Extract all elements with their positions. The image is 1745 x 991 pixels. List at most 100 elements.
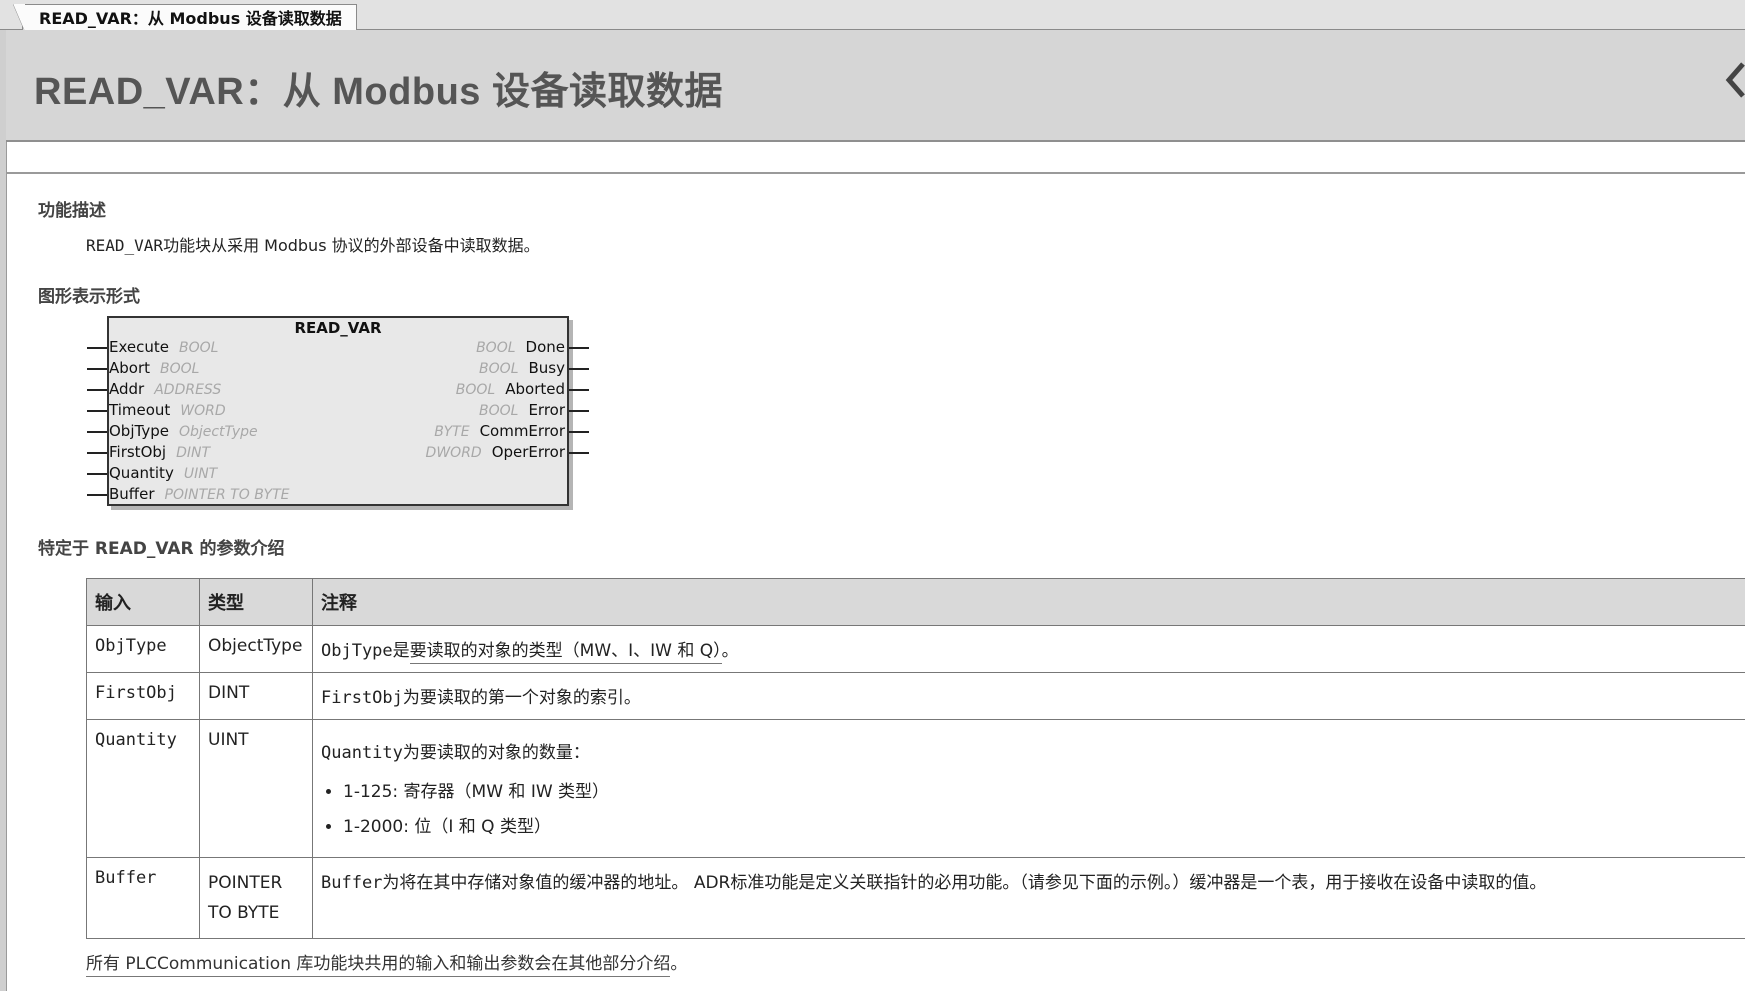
quantity-bullet-list: 1-125: 寄存器（MW 和 IW 类型） 1-2000: 位（I 和 Q 类… <box>321 777 1745 837</box>
pin-name: Abort <box>109 359 151 377</box>
pin-name: Quantity <box>109 464 174 482</box>
param-note: Quantity为要读取的对象的数量： 1-125: 寄存器（MW 和 IW 类… <box>312 719 1745 858</box>
note-code: Buffer <box>321 873 383 893</box>
param-name: Buffer <box>86 857 200 939</box>
output-pin-line <box>569 347 589 349</box>
tab-read-var[interactable]: READ_VAR：从 Modbus 设备读取数据 <box>13 4 357 32</box>
input-pin-quantity: Quantity UINT <box>109 463 217 484</box>
input-pin-line <box>87 494 107 496</box>
function-block-name: READ_VAR <box>294 319 382 337</box>
pin-type: BOOL <box>455 382 496 398</box>
param-type: ObjectType <box>199 625 313 673</box>
note-text: 为要读取的第一个对象的索引。 <box>402 688 641 708</box>
section-heading-graphic: 图形表示形式 <box>38 287 140 307</box>
input-pin-line <box>87 473 107 475</box>
input-pin-firstobj: FirstObj DINT <box>109 442 210 463</box>
list-item: 1-125: 寄存器（MW 和 IW 类型） <box>343 777 1745 802</box>
note-suffix: 。 <box>721 641 739 661</box>
list-item: 1-2000: 位（I 和 Q 类型） <box>343 812 1745 837</box>
pin-name: Addr <box>109 380 145 398</box>
param-name: Quantity <box>86 719 200 858</box>
note-code: FirstObj <box>321 688 403 708</box>
pin-type: BOOL <box>479 361 519 377</box>
param-name: ObjType <box>86 625 200 673</box>
pin-type: BYTE <box>434 424 470 440</box>
input-pin-line <box>87 368 107 370</box>
pin-name: Aborted <box>505 380 565 398</box>
params-table: 输入 类型 注释 ObjType ObjectType ObjType是要读取的… <box>86 578 1745 939</box>
header-input: 输入 <box>86 578 200 626</box>
header-note: 注释 <box>312 578 1745 626</box>
section-heading-description: 功能描述 <box>38 201 106 221</box>
input-pin-objtype: ObjType ObjectType <box>109 421 258 442</box>
table-row: Quantity UINT Quantity为要读取的对象的数量： 1-125:… <box>86 719 1745 858</box>
page-header: READ_VAR：从 Modbus 设备读取数据 <box>6 30 1745 142</box>
output-pin-line <box>569 410 589 412</box>
output-pin-aborted: BOOL Aborted <box>456 379 565 400</box>
pin-type: UINT <box>183 466 218 482</box>
pin-name: OperError <box>491 443 565 461</box>
input-pin-line <box>87 389 107 391</box>
pin-name: Timeout <box>109 401 171 419</box>
header-type: 类型 <box>199 578 313 626</box>
input-pin-abort: Abort BOOL <box>109 358 199 379</box>
pin-name: Buffer <box>109 485 155 503</box>
param-note: Buffer为将在其中存储对象值的缓冲器的地址。 ADR标准功能是定义关联指针的… <box>312 857 1745 939</box>
pin-type: DINT <box>176 445 211 461</box>
input-pin-line <box>87 347 107 349</box>
table-row: FirstObj DINT FirstObj为要读取的第一个对象的索引。 <box>86 672 1745 720</box>
pin-type: ADDRESS <box>154 382 222 398</box>
pin-name: Error <box>528 401 565 419</box>
output-pin-line <box>569 389 589 391</box>
pin-type: BOOL <box>160 361 200 377</box>
input-pin-line <box>87 410 107 412</box>
pin-name: Busy <box>528 359 566 377</box>
footer-note: 所有 PLCCommunication 库功能块共用的输入和输出参数会在其他部分… <box>86 949 688 977</box>
output-pin-busy: BOOL Busy <box>479 358 565 379</box>
param-note: FirstObj为要读取的第一个对象的索引。 <box>312 672 1745 720</box>
pin-type: DWORD <box>425 445 482 461</box>
param-type: UINT <box>199 719 313 858</box>
tab-strip: READ_VAR：从 Modbus 设备读取数据 <box>0 0 1745 32</box>
pin-name: FirstObj <box>109 443 167 461</box>
section-heading-params: 特定于 READ_VAR 的参数介绍 <box>38 539 285 559</box>
pin-type: BOOL <box>476 340 516 356</box>
output-pin-line <box>569 431 589 433</box>
pin-name: CommError <box>479 422 565 440</box>
pin-type: WORD <box>180 403 226 419</box>
left-edge <box>0 30 7 991</box>
objtype-link[interactable]: 要读取的对象的类型（MW、I、IW 和 Q） <box>409 641 722 664</box>
pin-type: ObjectType <box>178 424 258 440</box>
input-pin-timeout: Timeout WORD <box>109 400 226 421</box>
description-code: READ_VAR <box>86 236 164 255</box>
output-pin-opererror: DWORD OperError <box>426 442 565 463</box>
input-pin-execute: Execute BOOL <box>109 337 218 358</box>
param-type: POINTER TO BYTE <box>199 857 313 939</box>
input-pin-line <box>87 452 107 454</box>
pin-name: Done <box>525 338 565 356</box>
param-name: FirstObj <box>86 672 200 720</box>
common-params-link[interactable]: 所有 PLCCommunication 库功能块共用的输入和输出参数会在其他部分… <box>86 954 671 977</box>
header-divider <box>6 172 1745 174</box>
collapse-chevron-icon[interactable] <box>1723 60 1745 100</box>
note-text: 是 <box>392 641 410 661</box>
input-pin-buffer: Buffer POINTER TO BYTE <box>109 484 290 505</box>
input-pin-line <box>87 431 107 433</box>
description-text: READ_VAR功能块从采用 Modbus 协议的外部设备中读取数据。 <box>86 232 540 256</box>
param-type: DINT <box>199 672 313 720</box>
output-pin-line <box>569 452 589 454</box>
table-header-row: 输入 类型 注释 <box>86 578 1745 626</box>
footer-suffix: 。 <box>670 954 688 974</box>
note-code: Quantity <box>321 743 403 763</box>
page-title: READ_VAR：从 Modbus 设备读取数据 <box>34 71 723 113</box>
note-text: 为将在其中存储对象值的缓冲器的地址。 ADR标准功能是定义关联指针的必用功能。（… <box>382 873 1547 893</box>
output-pin-line <box>569 368 589 370</box>
note-text: 为要读取的对象的数量： <box>402 743 590 763</box>
output-pin-commerror: BYTE CommError <box>434 421 565 442</box>
output-pin-done: BOOL Done <box>476 337 565 358</box>
table-row: ObjType ObjectType ObjType是要读取的对象的类型（MW、… <box>86 625 1745 673</box>
description-rest: 功能块从采用 Modbus 协议的外部设备中读取数据。 <box>163 236 540 255</box>
pin-name: ObjType <box>109 422 169 440</box>
pin-type: BOOL <box>478 403 519 419</box>
param-note: ObjType是要读取的对象的类型（MW、I、IW 和 Q）。 <box>312 625 1745 673</box>
